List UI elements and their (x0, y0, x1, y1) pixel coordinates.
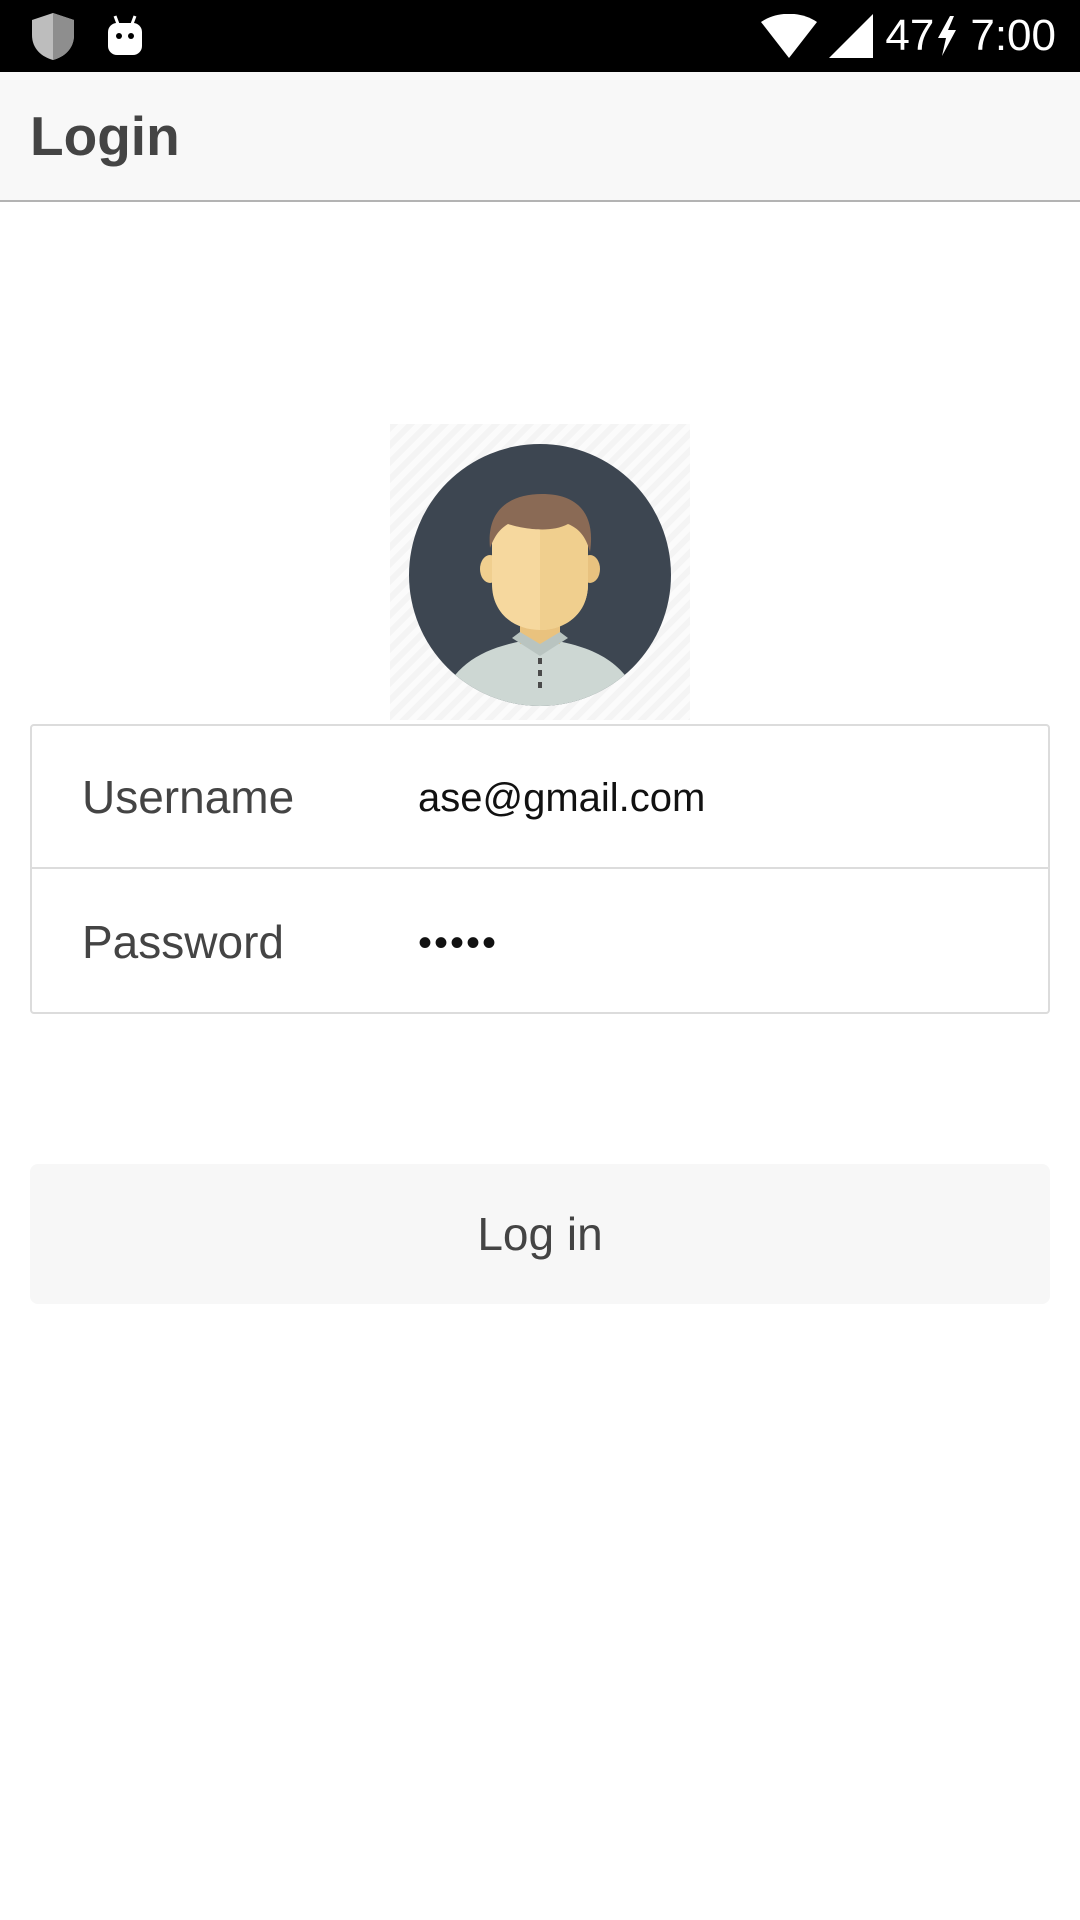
avatar (390, 424, 690, 720)
clock: 7:00 (970, 11, 1056, 60)
wifi-icon (761, 14, 818, 58)
password-row: Password (32, 871, 1048, 1014)
password-label: Password (82, 916, 284, 968)
shield-icon (30, 11, 76, 61)
cell-signal-icon (829, 14, 874, 58)
charging-bolt-icon (936, 16, 958, 56)
app-bar: Login (0, 72, 1080, 202)
password-field[interactable] (418, 907, 1018, 979)
status-right-icons: 47 7:00 (761, 0, 1056, 72)
login-form: Username Password (30, 724, 1050, 1014)
battery-level: 47 (885, 11, 935, 60)
username-row: Username (32, 726, 1048, 869)
page-title: Login (30, 105, 180, 167)
status-left-icons (30, 10, 144, 62)
username-field[interactable] (418, 762, 1018, 834)
status-bar: 47 7:00 (0, 0, 1080, 72)
login-button[interactable]: Log in (30, 1164, 1050, 1304)
user-avatar-icon (409, 444, 671, 706)
android-robot-icon (106, 14, 144, 58)
username-label: Username (82, 771, 295, 823)
battery-indicator: 47 (885, 0, 958, 72)
